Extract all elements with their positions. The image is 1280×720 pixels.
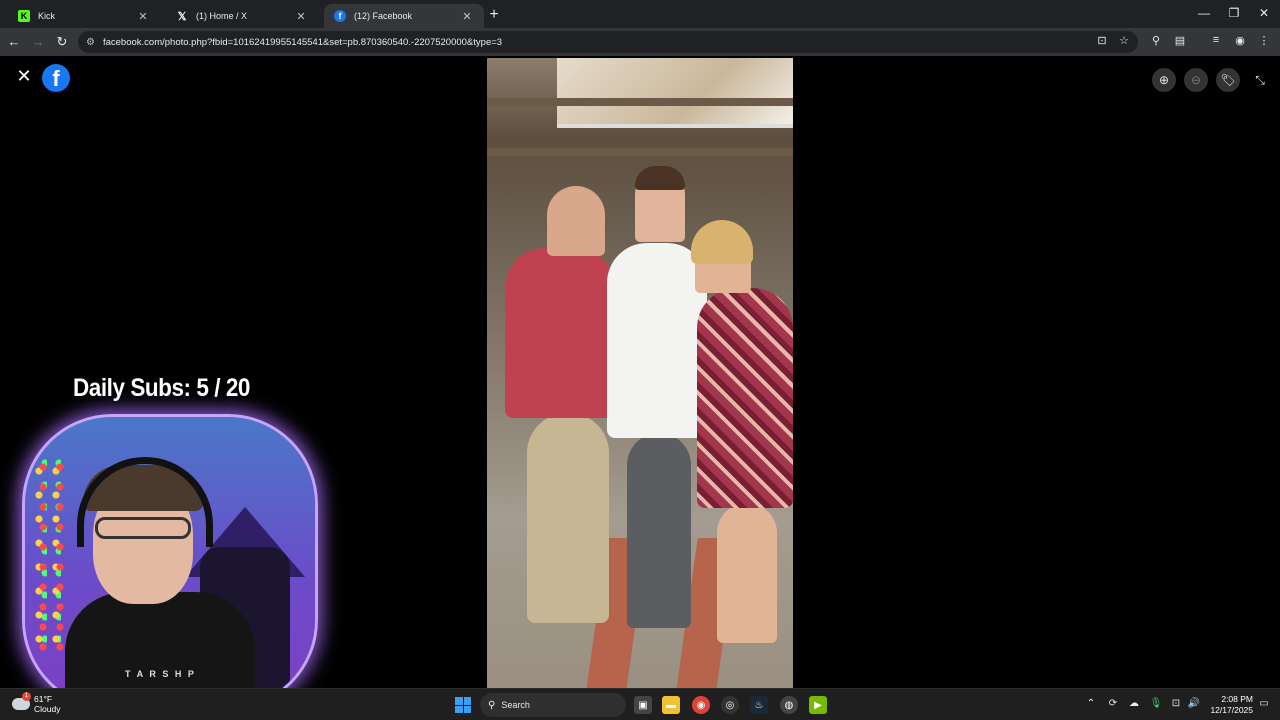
photo-person xyxy=(607,243,707,438)
search-label: Search xyxy=(501,700,530,710)
close-tab-icon[interactable]: ✕ xyxy=(136,10,150,23)
facebook-logo[interactable]: f xyxy=(42,64,70,92)
tab-x[interactable]: 𝕏 (1) Home / X ✕ xyxy=(166,4,318,28)
zoom-out-icon[interactable]: ⊖ xyxy=(1184,68,1208,92)
hoodie-text: T A R S H P xyxy=(125,669,196,679)
close-tab-icon[interactable]: ✕ xyxy=(294,10,308,23)
app-icon[interactable]: ◎ xyxy=(721,696,739,714)
webcam-overlay: T A R S H P xyxy=(22,414,318,710)
system-clock[interactable]: 2:08 PM 12/17/2025 xyxy=(1205,694,1253,716)
facebook-photo-viewer: ✕ f ⊕ ⊖ 🏷 ⤡ Daily Subs: 5 / 20 T A R S H… xyxy=(0,56,1280,710)
kick-icon: K xyxy=(18,10,30,22)
tray-expand-icon[interactable]: ⌃ xyxy=(1083,698,1099,709)
close-viewer-button[interactable]: ✕ xyxy=(14,66,34,87)
windows-taskbar: 1 61°F Cloudy ⚲ Search ▣ ▬ ◉ ◎ ♨ ◍ ▶ ⌃ ⟳… xyxy=(0,688,1280,720)
tab-kick[interactable]: K Kick ✕ xyxy=(8,4,160,28)
obs-icon[interactable]: ◍ xyxy=(780,696,798,714)
close-window-icon[interactable]: ✕ xyxy=(1256,6,1272,20)
cloud-icon: 1 xyxy=(12,692,31,710)
forward-arrow-icon[interactable]: → xyxy=(30,34,46,49)
photo-beam xyxy=(487,98,793,106)
fullscreen-exit-icon[interactable]: ⤡ xyxy=(1248,68,1272,92)
browser-tab-strip: K Kick ✕ 𝕏 (1) Home / X ✕ f (12) Faceboo… xyxy=(0,0,1280,28)
media-control-icon[interactable]: ≡ xyxy=(1208,34,1224,46)
main-photo[interactable] xyxy=(487,58,793,688)
nvidia-icon[interactable]: ▶ xyxy=(809,696,827,714)
side-panel-icon[interactable]: ▤ xyxy=(1172,34,1188,47)
address-bar[interactable]: ⚙ facebook.com/photo.php?fbid=1016241995… xyxy=(78,31,1138,53)
photo-person xyxy=(505,248,615,418)
photo-person xyxy=(547,186,605,256)
tab-label: Kick xyxy=(38,11,56,21)
url-text: facebook.com/photo.php?fbid=101624199551… xyxy=(102,36,503,48)
photo-person xyxy=(697,288,793,508)
reload-icon[interactable]: ↻ xyxy=(54,34,70,50)
weather-condition: Cloudy xyxy=(34,704,61,714)
extensions-icon[interactable]: ⚲ xyxy=(1148,34,1164,47)
volume-icon[interactable]: 🔊 xyxy=(1186,698,1202,709)
bookmark-star-icon[interactable]: ☆ xyxy=(1116,34,1132,47)
back-arrow-icon[interactable]: ← xyxy=(6,34,22,49)
tab-facebook[interactable]: f (12) Facebook ✕ xyxy=(324,4,484,28)
microphone-icon[interactable]: 🎙 xyxy=(1148,698,1164,709)
profile-icon[interactable]: ◉ xyxy=(1232,34,1248,47)
install-app-icon[interactable]: ⊡ xyxy=(1094,34,1110,47)
steam-icon[interactable]: ♨ xyxy=(750,696,768,714)
zoom-in-icon[interactable]: ⊕ xyxy=(1152,68,1176,92)
restore-icon[interactable]: ❐ xyxy=(1226,6,1242,20)
daily-subs-counter: Daily Subs: 5 / 20 xyxy=(73,374,250,402)
cloud-tray-icon[interactable]: ☁ xyxy=(1126,698,1142,709)
photo-skylight xyxy=(557,58,793,128)
tag-icon[interactable]: 🏷 xyxy=(1216,68,1240,92)
search-icon: ⚲ xyxy=(488,699,496,711)
photo-person xyxy=(627,433,691,628)
clock-time: 2:08 PM xyxy=(1221,694,1253,704)
task-view-icon[interactable]: ▣ xyxy=(634,696,652,714)
taskbar-search[interactable]: ⚲ Search xyxy=(480,693,626,717)
chrome-icon[interactable]: ◉ xyxy=(692,696,710,714)
browser-toolbar: ← → ↻ ⚙ facebook.com/photo.php?fbid=1016… xyxy=(0,28,1280,56)
photo-person xyxy=(717,503,777,643)
alert-badge: 1 xyxy=(22,692,31,701)
clock-date: 12/17/2025 xyxy=(1210,705,1253,715)
christmas-lights xyxy=(33,457,67,657)
photo-person xyxy=(691,220,753,264)
weather-widget[interactable]: 1 61°F Cloudy xyxy=(12,692,61,714)
notifications-icon[interactable]: ▭ xyxy=(1256,698,1272,709)
network-icon[interactable]: ⊡ xyxy=(1168,698,1184,709)
sync-icon[interactable]: ⟳ xyxy=(1105,698,1121,709)
photo-person xyxy=(527,413,609,623)
glasses xyxy=(95,517,191,539)
tab-label: (1) Home / X xyxy=(196,11,248,21)
facebook-icon: f xyxy=(334,10,346,22)
file-explorer-icon[interactable]: ▬ xyxy=(662,696,680,714)
site-info-icon[interactable]: ⚙ xyxy=(86,37,95,48)
photo-beam xyxy=(487,148,793,156)
close-tab-icon[interactable]: ✕ xyxy=(460,10,474,23)
x-icon: 𝕏 xyxy=(177,10,187,23)
menu-kebab-icon[interactable]: ⋮ xyxy=(1256,34,1272,47)
tab-label: (12) Facebook xyxy=(354,11,413,21)
weather-temp: 61°F xyxy=(34,694,53,704)
photo-person xyxy=(635,166,685,190)
new-tab-button[interactable]: + xyxy=(486,6,502,24)
minimize-icon[interactable]: — xyxy=(1196,6,1212,20)
windows-start-icon[interactable] xyxy=(455,697,471,713)
